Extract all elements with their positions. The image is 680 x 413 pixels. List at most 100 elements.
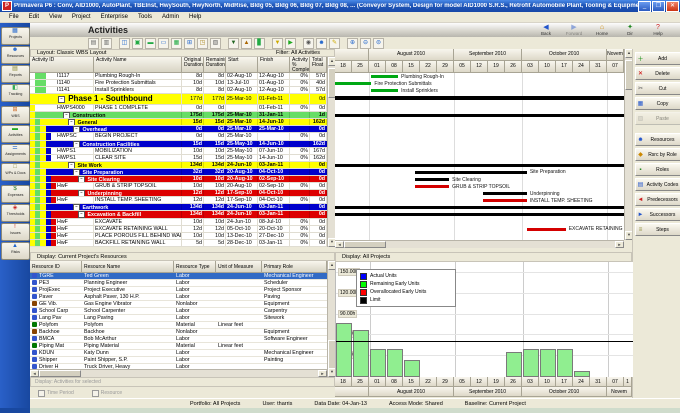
gantt-bar-summary[interactable] <box>335 163 624 167</box>
gantt-bar-summary[interactable] <box>335 206 624 210</box>
gantt-bar-task[interactable] <box>371 75 399 78</box>
activity-row[interactable]: HwF PLACE POROUS FILL BEHIND WALL 10d 10d 13… <box>30 232 327 240</box>
scroll-left-arrow[interactable]: ◄ <box>335 241 344 248</box>
histogram-bar[interactable] <box>523 349 539 377</box>
sidebar-item-projects[interactable]: ▦ Projects <box>0 27 30 45</box>
sidebar-item-thresholds[interactable]: ◈ Thresholds <box>0 204 30 222</box>
activity-row[interactable]: HwF EXCAVATE 10d 10d 24-Jun-10 08-Jul-10 0% 0d <box>30 218 327 226</box>
activity-row[interactable]: HWPSC BEGIN PROJECT 0d 0d 25-Mar-10 0% 0d <box>30 133 327 141</box>
sidebar-item-wps-docs[interactable]: □ WPs & Docs <box>0 163 30 181</box>
maximize-button[interactable]: ❐ <box>652 0 665 12</box>
columns-icon[interactable]: ◫ <box>119 37 130 49</box>
menu-file[interactable]: File <box>4 14 24 20</box>
collapse-icon[interactable]: − <box>78 211 85 218</box>
resource-row[interactable]: ProjExec Project Executive Labor Project Sp… <box>30 287 327 294</box>
histogram-bar[interactable] <box>506 352 522 377</box>
menu-admin[interactable]: Admin <box>157 14 184 20</box>
menu-tools[interactable]: Tools <box>133 14 157 20</box>
table-icon[interactable]: ▦ <box>171 37 182 49</box>
wbs-band-row[interactable]: − Site Preparation 32d 32d 20-Aug-10 04-Oct-… <box>30 168 327 177</box>
wbs-band-row[interactable]: − Site Clearing 10d 10d 20-Aug-10 02-Sep-10 0… <box>30 176 327 184</box>
activity-row[interactable]: HWPS1 CLEAR SITE 15d 15d 25-May-10 14-Jun-10 0… <box>30 154 327 162</box>
activity-row[interactable]: HwF EXCAVATE RETAINING WALL 12d 12d 05-Oct-1… <box>30 225 327 233</box>
histogram-bar[interactable] <box>387 349 403 377</box>
column-header-total-float[interactable]: Total Float <box>310 57 327 73</box>
note-icon[interactable]: ✎ <box>329 37 340 49</box>
histogram-display-bar[interactable]: Display: All Projects <box>335 252 632 262</box>
print-preview-icon[interactable]: ▥ <box>101 37 112 49</box>
resource-row[interactable]: Paver Asphalt Paver, 130 H.P. Labor Paving <box>30 294 327 301</box>
sidebar-item-reports[interactable]: ▤ Reports <box>0 65 30 83</box>
gantt-bar-crit[interactable] <box>415 185 450 189</box>
column-header-activity-id[interactable]: Activity ID <box>30 57 94 73</box>
histogram-bar[interactable] <box>370 349 386 377</box>
network-icon[interactable]: ◳ <box>197 37 208 49</box>
gantt-bar-crit[interactable] <box>483 199 527 203</box>
resource-row[interactable]: School Carp School Carpenter Labor Carpentr… <box>30 308 327 315</box>
collapse-icon[interactable]: − <box>78 190 85 197</box>
scroll-right-arrow[interactable]: ► <box>615 241 624 248</box>
collapse-icon[interactable]: − <box>73 204 80 211</box>
sidebar-item-activities[interactable]: ▬ Activities <box>0 125 30 143</box>
sidebar-item-risks[interactable]: ▲ Risks <box>0 242 30 260</box>
minimize-button[interactable]: _ <box>638 0 651 12</box>
wbs-band-row[interactable]: − Underpinning 12d 12d 17-Sep-10 04-Oct-10 0d <box>30 190 327 198</box>
resource-row[interactable]: GE Vib. Gas Engine Vibrator Nonlabor Equipm… <box>30 301 327 308</box>
gantt-icon[interactable]: ▭ <box>158 37 169 49</box>
filter-icon[interactable]: ▼ <box>272 37 283 49</box>
scroll-thumb[interactable] <box>344 241 386 248</box>
wbs-band-row[interactable]: − Overhead 0d 0d 25-Mar-10 25-Mar-10 0d <box>30 126 327 134</box>
histogram-bar[interactable] <box>404 360 420 377</box>
collapse-icon[interactable]: − <box>63 112 70 119</box>
scroll-thumb[interactable] <box>39 370 81 377</box>
column-header-resource-id[interactable]: Resource ID <box>30 261 82 273</box>
sidebar-item-expenses[interactable]: $ Expenses <box>0 185 30 203</box>
resources-table-header[interactable]: Resource ID Resource Name Resource Type Uni… <box>30 261 327 273</box>
back-button[interactable]: ◀ Back <box>534 24 558 36</box>
sidebar-item-issues[interactable]: ! Issues <box>0 223 30 241</box>
menu-help[interactable]: Help <box>184 14 206 20</box>
gantt-bar-summary[interactable] <box>335 213 624 217</box>
zoom-in-icon[interactable]: ⊕ <box>347 37 358 49</box>
resources-hscrollbar[interactable]: ◄ ► <box>30 369 327 377</box>
resource-row[interactable]: Polyfom Polyfom Material Linear feet <box>30 322 327 329</box>
scroll-left-arrow[interactable]: ◄ <box>30 370 39 377</box>
gantt-hscrollbar[interactable]: ◄ ► <box>335 240 624 248</box>
gantt-bar-summary[interactable] <box>335 96 624 101</box>
menu-edit[interactable]: Edit <box>24 14 44 20</box>
roles-button[interactable]: ▪ Roles <box>635 163 680 176</box>
gantt-timescale-weeks[interactable]: 18 25 01 08 15 22 29 05 12 19 26 03 10 17 24 31 07 <box>335 61 624 73</box>
column-header-primary-role[interactable]: Primary Role <box>262 261 327 273</box>
close-button[interactable]: ✕ <box>666 0 679 12</box>
find-icon[interactable]: ◉ <box>303 37 314 49</box>
activity-row[interactable]: I1140 Fire Protection Submittals 10d 10d 13-… <box>30 80 327 88</box>
sidebar-item-tracking[interactable]: ◧ Tracking <box>0 84 30 102</box>
activity-row[interactable]: HwF GRUB & STRIP TOPSOIL 10d 10d 20-Aug-10 02… <box>30 183 327 191</box>
resource-row[interactable]: Piping Mat Piping Material Material Linear … <box>30 343 327 350</box>
print-icon[interactable]: ▤ <box>88 37 99 49</box>
activity-table-header[interactable]: Activity ID Activity Name Original Duratio… <box>30 57 327 73</box>
activity-row[interactable]: I1117 Plumbing Rough-In 8d 8d 02-Aug-10 12-Au… <box>30 73 327 81</box>
layout-icon[interactable]: ▣ <box>132 37 143 49</box>
column-header-start[interactable]: Start <box>226 57 258 73</box>
dir-button[interactable]: ✦ Dir <box>618 24 642 36</box>
histogram-bar[interactable] <box>353 329 369 377</box>
wbs-band-row[interactable]: − Construction 175d 175d 25-Mar-10 31-Jan-11… <box>30 112 327 120</box>
delete-button[interactable]: ✕ Delete <box>635 67 680 80</box>
wbs-band-row[interactable]: − General 15d 15d 25-Mar-10 14-Jun-10 162d <box>30 119 327 127</box>
gantt-chart[interactable]: Plumbing Rough-In Fire Protection Submitt… <box>335 73 624 240</box>
gantt-bar-task[interactable] <box>371 89 399 93</box>
zoom-fit-icon[interactable]: ⊜ <box>373 37 384 49</box>
cut-button[interactable]: ✂ Cut <box>635 82 680 95</box>
gantt-timescale-months[interactable]: August 2010 September 2010 October 2010 Nov… <box>335 49 624 61</box>
column-header-remaining-duration[interactable]: Remaining Duration <box>204 57 226 73</box>
activity-row[interactable]: HwF BACKFILL RETAINING WALL 5d 5d 28-Dec-10 0… <box>30 239 327 247</box>
add-button[interactable]: ＋ Add <box>635 52 680 65</box>
resource-usage-histogram[interactable]: 150.00h120.00h90.00h60.00h30.00hActual U… <box>335 262 633 377</box>
activity-row[interactable]: HWPS4000 PHASE 1 COMPLETE 0d 0d 01-Feb-11 0% 0… <box>30 105 327 113</box>
wbs-band-row[interactable]: − Site Work 134d 134d 24-Jun-10 03-Jan-11 0d <box>30 161 327 169</box>
sidebar-item-resources[interactable]: ☻ Resources <box>0 46 30 64</box>
collapse-icon[interactable]: − <box>68 119 75 126</box>
resources-display-bar[interactable]: Display: Current Project's Resources <box>30 252 335 261</box>
wbs-band-row[interactable]: − Earthwork 134d 134d 24-Jun-10 03-Jan-11 0d <box>30 204 327 212</box>
